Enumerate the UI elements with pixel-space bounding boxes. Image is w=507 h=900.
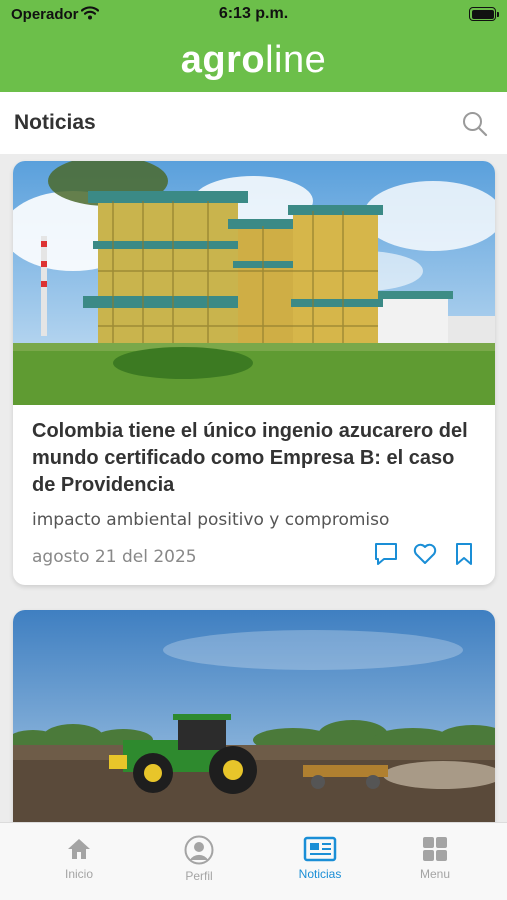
article-date: agosto 21 del 2025: [32, 547, 197, 567]
section-header: Noticias: [0, 92, 507, 154]
tab-label: Inicio: [64, 867, 93, 881]
tab-noticias[interactable]: Noticias: [270, 835, 370, 881]
news-card[interactable]: [13, 610, 495, 822]
newspaper-icon: [303, 836, 337, 862]
news-feed[interactable]: Colombia tiene el único ingenio azucarer…: [0, 154, 507, 822]
article-image-sugar-mill[interactable]: [13, 161, 495, 405]
page-title: Noticias: [14, 111, 96, 134]
tab-menu[interactable]: Menu: [385, 835, 485, 881]
tab-perfil[interactable]: Perfil: [149, 835, 249, 883]
tab-label: Menu: [419, 867, 451, 881]
tab-label: Perfil: [185, 869, 213, 883]
battery-icon: [469, 7, 499, 21]
article-subtitle: impacto ambiental positivo y compromiso: [32, 510, 390, 530]
logo-bold: agro: [180, 39, 266, 81]
agroline-logo: agroline: [181, 38, 327, 82]
heart-icon[interactable]: [412, 541, 438, 567]
article-title[interactable]: Colombia tiene el único ingenio azucarer…: [32, 418, 482, 499]
status-time: 6:13 p.m.: [218, 5, 289, 22]
article-actions: [373, 541, 477, 567]
article-image-tractor[interactable]: [13, 610, 495, 822]
comment-icon[interactable]: [373, 541, 399, 567]
news-card[interactable]: Colombia tiene el único ingenio azucarer…: [13, 161, 495, 585]
profile-icon: [184, 835, 214, 865]
grid-icon: [423, 837, 447, 861]
status-bar: Operador 6:13 p.m.: [0, 0, 507, 30]
tab-label: Noticias: [298, 867, 342, 881]
logo-light: line: [265, 39, 327, 81]
home-icon: [68, 839, 90, 859]
bookmark-icon[interactable]: [451, 541, 477, 567]
app-header: agroline: [0, 30, 507, 92]
tab-inicio[interactable]: Inicio: [29, 835, 129, 881]
search-icon[interactable]: [461, 110, 489, 138]
bottom-tab-bar: Inicio Perfil Noticias Menu: [0, 822, 507, 900]
